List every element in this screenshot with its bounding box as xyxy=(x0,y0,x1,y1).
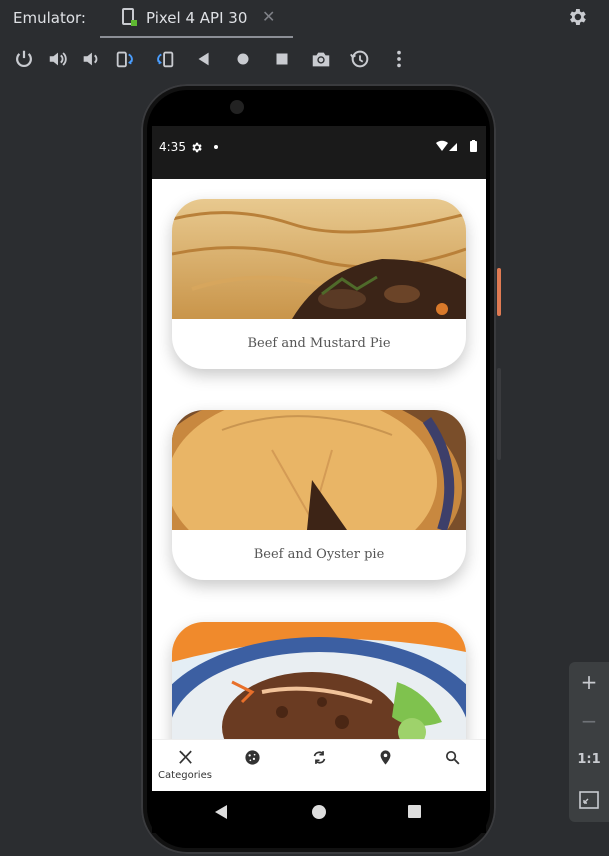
nav-cookie[interactable] xyxy=(219,740,285,791)
meal-image xyxy=(172,199,466,319)
volume-up-icon[interactable] xyxy=(47,48,69,70)
volume-down-icon[interactable] xyxy=(80,48,102,70)
close-icon[interactable]: ✕ xyxy=(262,7,275,26)
overview-icon[interactable] xyxy=(271,48,293,70)
battery-icon xyxy=(470,140,477,152)
nav-search[interactable] xyxy=(419,740,485,791)
more-icon[interactable] xyxy=(388,48,410,70)
bottom-navigation: Categories xyxy=(152,739,486,791)
home-icon[interactable] xyxy=(232,48,254,70)
tab-device[interactable]: Pixel 4 API 30 ✕ xyxy=(100,0,293,39)
nav-categories[interactable]: Categories xyxy=(152,740,218,791)
zoom-panel: + − 1:1 xyxy=(569,662,609,822)
device-screen: 4:35 Beef and Mustard Pie Beef and Oyste… xyxy=(152,126,486,791)
side-volume-button[interactable] xyxy=(497,368,501,460)
zoom-one-to-one-button[interactable]: 1:1 xyxy=(569,752,609,767)
zoom-in-button[interactable]: + xyxy=(569,670,609,694)
window-title: Emulator: xyxy=(13,9,86,27)
side-power-button[interactable] xyxy=(497,268,501,316)
system-navigation-bar xyxy=(152,791,486,833)
power-icon[interactable] xyxy=(13,48,35,70)
nav-refresh[interactable] xyxy=(286,740,352,791)
snapshot-icon[interactable] xyxy=(349,48,371,70)
search-icon xyxy=(445,750,460,765)
fit-screen-icon xyxy=(579,791,599,809)
status-bar: 4:35 xyxy=(152,126,486,179)
meal-image xyxy=(172,622,466,739)
meal-title: Beef and Oyster pie xyxy=(253,547,385,562)
tab-label: Pixel 4 API 30 xyxy=(146,9,248,27)
front-camera xyxy=(230,100,244,114)
meal-title: Beef and Mustard Pie xyxy=(247,336,391,351)
meal-image xyxy=(172,410,466,530)
meal-card[interactable]: Beef and Mustard Pie xyxy=(172,199,466,369)
status-time: 4:35 xyxy=(159,140,186,154)
meal-card[interactable]: Beef and Oyster pie xyxy=(172,410,466,580)
emulator-toolbar xyxy=(0,38,609,80)
notification-dot xyxy=(214,145,218,149)
status-gear-icon xyxy=(190,139,203,153)
zoom-out-button[interactable]: − xyxy=(569,709,609,733)
meal-list[interactable]: Beef and Mustard Pie Beef and Oyster pie xyxy=(152,179,486,739)
rotate-left-icon[interactable] xyxy=(114,48,136,70)
back-icon[interactable] xyxy=(193,48,215,70)
location-pin-icon xyxy=(380,750,391,765)
emulator-title-bar: Emulator: Pixel 4 API 30 ✕ xyxy=(0,0,609,39)
camera-icon[interactable] xyxy=(310,48,332,70)
nav-location[interactable] xyxy=(352,740,418,791)
meal-card[interactable] xyxy=(172,622,466,739)
nav-categories-label: Categories xyxy=(158,770,212,781)
fit-screen-button[interactable] xyxy=(569,790,609,814)
device-icon xyxy=(122,8,137,26)
settings-gear-icon[interactable] xyxy=(566,6,588,28)
system-back-icon[interactable] xyxy=(215,805,227,819)
status-icons xyxy=(436,140,478,155)
cookie-icon xyxy=(245,750,260,765)
wifi-signal-icon xyxy=(436,140,458,151)
refresh-icon xyxy=(313,751,326,764)
system-recents-icon[interactable] xyxy=(408,805,421,818)
utensils-icon xyxy=(179,750,192,764)
system-home-icon[interactable] xyxy=(312,805,326,819)
rotate-right-icon[interactable] xyxy=(154,48,176,70)
